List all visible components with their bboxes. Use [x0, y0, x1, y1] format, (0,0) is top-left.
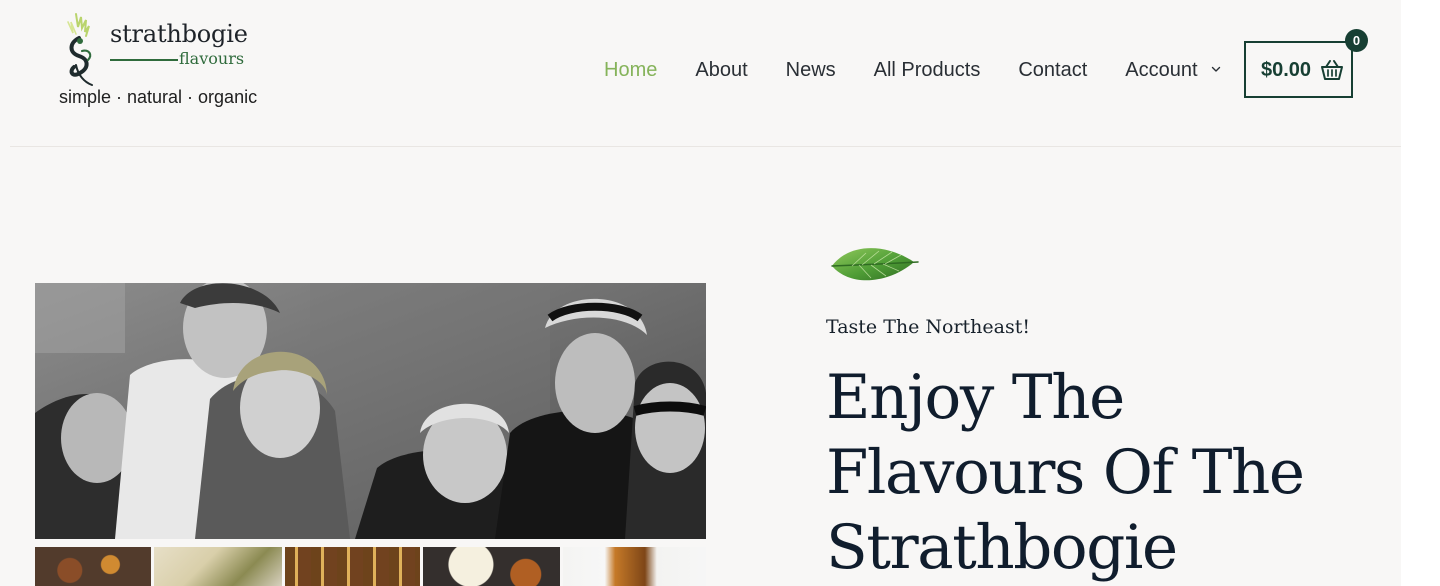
cart-total: $0.00 [1261, 59, 1312, 81]
spice-image-strip [35, 547, 706, 586]
brand-name: strathbogie [110, 20, 248, 48]
page: strathbogie flavours simple · natural · … [0, 0, 1440, 586]
hero-heading: Enjoy The Flavours Of The Strathbogie [826, 360, 1386, 585]
hero-heading-line-1: Enjoy The [826, 362, 1125, 433]
chevron-down-icon [1211, 67, 1221, 72]
nav-contact[interactable]: Contact [1018, 59, 1087, 82]
nav-account[interactable]: Account [1125, 59, 1221, 82]
hero-eyebrow: Taste The Northeast! [826, 316, 1030, 338]
hero-heading-line-2: Flavours Of The [826, 437, 1305, 508]
hero-image-collage [35, 283, 706, 586]
nav-all-products[interactable]: All Products [874, 59, 981, 82]
nav-about[interactable]: About [695, 59, 747, 82]
family-photo [35, 283, 706, 539]
cart-button[interactable]: $0.00 [1244, 41, 1353, 98]
hero-heading-line-3: Strathbogie [826, 512, 1178, 583]
site-logo-link[interactable]: strathbogie flavours simple · natural · … [58, 12, 268, 110]
nav-account-label: Account [1125, 58, 1198, 81]
nav-news[interactable]: News [786, 59, 836, 82]
brand-tagline: simple · natural · organic [59, 87, 258, 107]
spice-tile-2 [154, 547, 282, 586]
site-header: strathbogie flavours simple · natural · … [0, 0, 1401, 146]
spice-tile-3 [285, 547, 420, 586]
brand-divider [110, 59, 178, 61]
spice-tile-5 [563, 547, 706, 586]
spice-tile-4 [423, 547, 560, 586]
brand-subname: flavours [179, 49, 245, 68]
cart-count-badge: 0 [1345, 29, 1368, 52]
basket-icon [1321, 60, 1343, 80]
family-photo-illustration [35, 283, 706, 539]
spice-tile-1 [35, 547, 151, 586]
leaf-icon [831, 248, 919, 281]
header-divider [10, 146, 1401, 147]
main-navigation: Home About News All Products Contact Acc… [604, 56, 1221, 84]
nav-home[interactable]: Home [604, 59, 657, 82]
thistle-leaf-icon [67, 13, 93, 86]
